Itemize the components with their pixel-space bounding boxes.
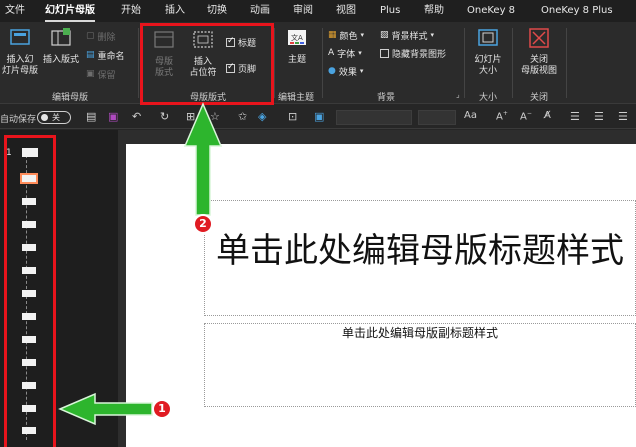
ribbon: 插入幻 灯片母版 插入版式 ▢ 删除 ▤ 重命名 ▣ 保留 编辑母版 母版 版式… <box>0 22 636 104</box>
close-master-view-label: 关闭 母版视图 <box>520 55 557 76</box>
insert-layout-button[interactable]: 插入版式 <box>40 28 82 66</box>
undo-icon[interactable]: ↶ <box>132 110 141 123</box>
tab-transitions[interactable]: 切换 <box>207 0 227 22</box>
fonts-dropdown[interactable]: A 字体 ▾ <box>328 46 362 60</box>
tab-review[interactable]: 审阅 <box>293 0 313 22</box>
align-left-icon[interactable]: ☰ <box>570 110 580 123</box>
preserve-icon: ▣ <box>86 69 95 79</box>
rename-icon: ▤ <box>86 50 95 60</box>
annotation-box-master-layout <box>140 23 274 105</box>
decrease-font-icon[interactable]: A− <box>520 110 532 122</box>
rename-button[interactable]: ▤ 重命名 <box>86 48 125 62</box>
rename-label: 重命名 <box>97 51 125 62</box>
textbox-icon[interactable]: ▣ <box>314 110 324 123</box>
effects-dropdown[interactable]: ● 效果 ▾ <box>328 64 363 78</box>
hide-background-graphics-label: 隐藏背景图形 <box>392 49 447 60</box>
slide-title-text: 单击此处编辑母版标题样式 <box>216 231 624 271</box>
increase-font-icon[interactable]: A+ <box>496 110 508 122</box>
delete-icon: ▢ <box>86 31 95 41</box>
theme-icon: 文A <box>288 30 306 45</box>
background-styles-dropdown[interactable]: ▨ 背景样式 ▾ <box>380 28 434 42</box>
ribbon-separator <box>322 28 323 98</box>
delete-label: 删除 <box>97 32 116 43</box>
annotation-box-thumbnails <box>4 135 56 447</box>
ribbon-separator <box>566 28 567 98</box>
annotation-badge-1: 1 <box>152 399 172 419</box>
insert-slide-master-button[interactable]: 插入幻 灯片母版 <box>0 28 40 77</box>
fonts-label: 字体 <box>337 49 356 60</box>
close-icon <box>529 28 549 48</box>
tab-onekey8[interactable]: OneKey 8 <box>467 0 515 22</box>
tab-help[interactable]: 帮助 <box>424 0 444 22</box>
ribbon-separator <box>274 28 275 98</box>
star-icon[interactable]: ☆ <box>210 110 220 123</box>
delete-button[interactable]: ▢ 删除 <box>86 29 116 43</box>
group-label-edit-theme: 编辑主题 <box>277 93 314 103</box>
group-label-close: 关闭 <box>529 93 548 103</box>
save-icon[interactable]: ▣ <box>108 110 118 123</box>
theme-button[interactable]: 文A 主题 <box>280 28 314 66</box>
background-styles-label: 背景样式 <box>391 31 428 42</box>
effects-label: 效果 <box>338 67 357 78</box>
tab-home[interactable]: 开始 <box>121 0 141 22</box>
ribbon-separator <box>512 28 513 98</box>
preserve-button[interactable]: ▣ 保留 <box>86 67 116 81</box>
insert-layout-label: 插入版式 <box>42 55 79 65</box>
picture-icon[interactable]: ⊡ <box>288 110 297 123</box>
align-right-icon[interactable]: ☰ <box>618 110 628 123</box>
colors-icon: ▦ <box>328 30 337 40</box>
save-as-icon[interactable]: ▤ <box>86 110 96 123</box>
fonts-icon: A <box>328 48 335 58</box>
quick-access-toolbar: 自动保存 关 ▤ ▣ ↶ ↻ ⊞ ☆ ✩ ◈ ⊡ ▣ Aa A+ A− A̸ ☰… <box>0 105 636 129</box>
align-center-icon[interactable]: ☰ <box>594 110 604 123</box>
ribbon-separator <box>138 28 139 98</box>
chevron-down-icon: ▾ <box>360 31 365 39</box>
chevron-down-icon: ▾ <box>358 49 362 57</box>
tab-slide-master[interactable]: 幻灯片母版 <box>45 0 95 22</box>
tab-animations[interactable]: 动画 <box>250 0 270 22</box>
insert-layout-icon <box>51 28 71 46</box>
autosave-label: 自动保存 <box>0 115 37 125</box>
ribbon-tab-bar: 文件 幻灯片母版 开始 插入 切换 动画 审阅 视图 Plus 帮助 OneKe… <box>0 0 636 22</box>
slide-master-icon <box>10 29 30 45</box>
star-outline-icon[interactable]: ✩ <box>238 110 247 123</box>
autosave-toggle[interactable]: 关 <box>37 111 71 124</box>
group-label-size: 大小 <box>478 93 497 103</box>
tab-onekey8-plus[interactable]: OneKey 8 Plus <box>541 0 613 22</box>
font-size-input[interactable] <box>418 110 456 125</box>
slide-subtitle-text: 单击此处编辑母版副标题样式 <box>341 326 498 340</box>
hide-background-graphics-checkbox[interactable]: 隐藏背景图形 <box>380 46 446 60</box>
ribbon-separator <box>464 28 465 98</box>
autosave-state: 关 <box>52 113 60 122</box>
group-label-edit-master: 编辑母版 <box>51 93 88 103</box>
colors-dropdown[interactable]: ▦ 颜色 ▾ <box>328 28 364 42</box>
tab-file[interactable]: 文件 <box>5 0 25 22</box>
format-painter-icon[interactable]: ⊞ <box>186 110 195 123</box>
chevron-down-icon: ▾ <box>430 31 435 39</box>
theme-label: 主题 <box>287 55 306 65</box>
dialog-launcher-icon[interactable]: ⌟ <box>456 90 460 99</box>
slide-size-button[interactable]: 幻灯片 大小 <box>468 28 508 77</box>
effects-icon: ● <box>328 66 336 76</box>
colors-label: 颜色 <box>339 31 358 42</box>
close-master-view-button[interactable]: 关闭 母版视图 <box>514 28 564 77</box>
redo-icon[interactable]: ↻ <box>160 110 169 123</box>
annotation-badge-2: 2 <box>193 214 213 234</box>
tab-insert[interactable]: 插入 <box>165 0 185 22</box>
group-label-background: 背景 <box>376 93 395 103</box>
tab-view[interactable]: 视图 <box>336 0 356 22</box>
svg-text:文A: 文A <box>291 33 303 42</box>
slide-size-label: 幻灯片 大小 <box>474 55 502 76</box>
unchecked-box-icon <box>380 48 389 58</box>
font-name-input[interactable] <box>336 110 412 125</box>
shape-icon[interactable]: ◈ <box>258 110 266 123</box>
background-styles-icon: ▨ <box>380 30 389 40</box>
font-case-button[interactable]: Aa <box>464 110 477 121</box>
preserve-label: 保留 <box>97 70 116 81</box>
tab-plus[interactable]: Plus <box>380 0 400 22</box>
clear-format-icon[interactable]: A̸ <box>544 110 551 121</box>
insert-slide-master-label: 插入幻 灯片母版 <box>1 55 38 76</box>
chevron-down-icon: ▾ <box>359 67 364 75</box>
slide-size-icon <box>478 29 498 46</box>
